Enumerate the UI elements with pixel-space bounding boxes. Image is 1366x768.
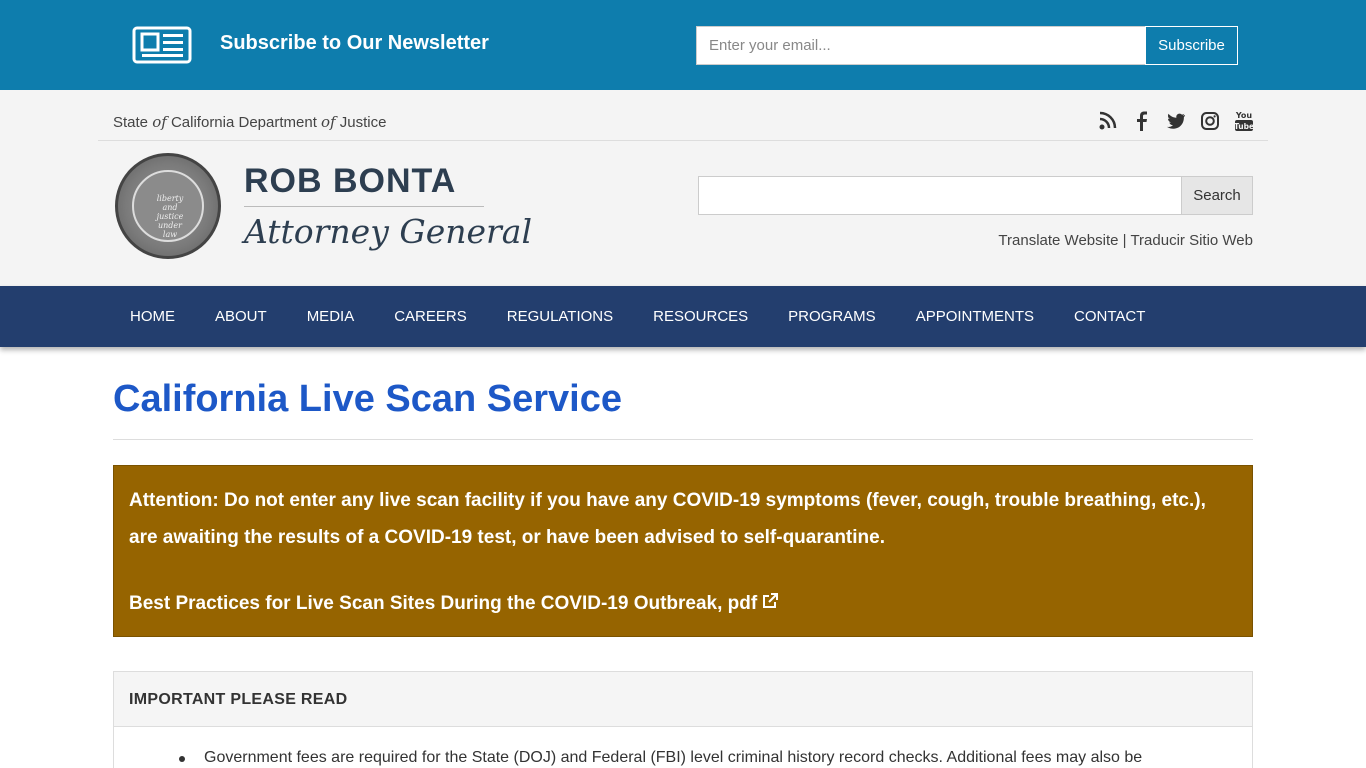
site-header: State of California Department of Justic… xyxy=(0,90,1366,286)
agency-of: of xyxy=(152,113,167,131)
title-divider xyxy=(113,439,1253,440)
translate-website-link[interactable]: Translate Website xyxy=(998,232,1118,249)
panel-body: Government fees are required for the Sta… xyxy=(114,727,1252,768)
newspaper-icon xyxy=(132,26,192,64)
nav-item-contact[interactable]: CONTACT xyxy=(1054,286,1165,347)
attorney-general-title[interactable]: Attorney General xyxy=(244,212,532,251)
site-search-input[interactable] xyxy=(698,176,1182,215)
attorney-general-name[interactable]: ROB BONTA xyxy=(244,162,456,201)
rss-icon[interactable] xyxy=(1098,110,1118,132)
svg-text:You: You xyxy=(1235,111,1253,120)
list-item: Government fees are required for the Sta… xyxy=(179,747,1237,768)
youtube-icon[interactable]: You Tube xyxy=(1234,110,1254,132)
panel-heading: IMPORTANT PLEASE READ xyxy=(114,672,1252,727)
page-title: California Live Scan Service xyxy=(113,378,623,420)
main-navigation: HOME ABOUT MEDIA CAREERS REGULATIONS RES… xyxy=(0,286,1366,347)
instagram-icon[interactable] xyxy=(1200,110,1220,132)
name-divider xyxy=(244,206,484,207)
seal-center: liberty and justice under law xyxy=(132,170,204,242)
nav-item-home[interactable]: HOME xyxy=(110,286,195,347)
header-divider xyxy=(98,140,1268,141)
external-link-icon[interactable] xyxy=(761,592,779,610)
nav-item-careers[interactable]: CAREERS xyxy=(374,286,487,347)
agency-suffix: Justice xyxy=(335,114,387,131)
newsletter-title: Subscribe to Our Newsletter xyxy=(220,32,489,54)
nav-item-about[interactable]: ABOUT xyxy=(195,286,287,347)
attorney-general-seal[interactable]: liberty and justice under law xyxy=(115,153,221,259)
translate-links: Translate Website | Traducir Sitio Web xyxy=(998,232,1253,249)
covid-alert: Attention: Do not enter any live scan fa… xyxy=(113,465,1253,637)
alert-link-line: Best Practices for Live Scan Sites Durin… xyxy=(129,585,1237,622)
newsletter-bar: Subscribe to Our Newsletter Subscribe xyxy=(0,0,1366,90)
translate-separator: | xyxy=(1118,232,1131,249)
alert-text: Attention: Do not enter any live scan fa… xyxy=(129,490,1206,548)
important-panel: IMPORTANT PLEASE READ Government fees ar… xyxy=(113,671,1253,768)
nav-item-regulations[interactable]: REGULATIONS xyxy=(487,286,633,347)
search-button[interactable]: Search xyxy=(1181,176,1253,215)
agency-of: of xyxy=(321,113,336,131)
nav-item-programs[interactable]: PROGRAMS xyxy=(768,286,896,347)
facebook-icon[interactable] xyxy=(1132,110,1152,132)
nav-item-resources[interactable]: RESOURCES xyxy=(633,286,768,347)
twitter-icon[interactable] xyxy=(1166,110,1186,132)
seal-motto: liberty and justice under law xyxy=(156,194,184,239)
best-practices-link[interactable]: Best Practices for Live Scan Sites Durin… xyxy=(129,593,757,614)
svg-text:Tube: Tube xyxy=(1234,122,1254,131)
agency-prefix: State xyxy=(113,114,153,131)
agency-mid: California Department xyxy=(166,114,322,131)
subscribe-button[interactable]: Subscribe xyxy=(1145,26,1238,65)
nav-item-appointments[interactable]: APPOINTMENTS xyxy=(896,286,1054,347)
newsletter-email-input[interactable] xyxy=(696,26,1146,65)
social-links: You Tube xyxy=(1098,110,1254,132)
nav-item-media[interactable]: MEDIA xyxy=(287,286,375,347)
traducir-sitio-link[interactable]: Traducir Sitio Web xyxy=(1130,232,1253,249)
agency-name: State of California Department of Justic… xyxy=(113,113,386,131)
